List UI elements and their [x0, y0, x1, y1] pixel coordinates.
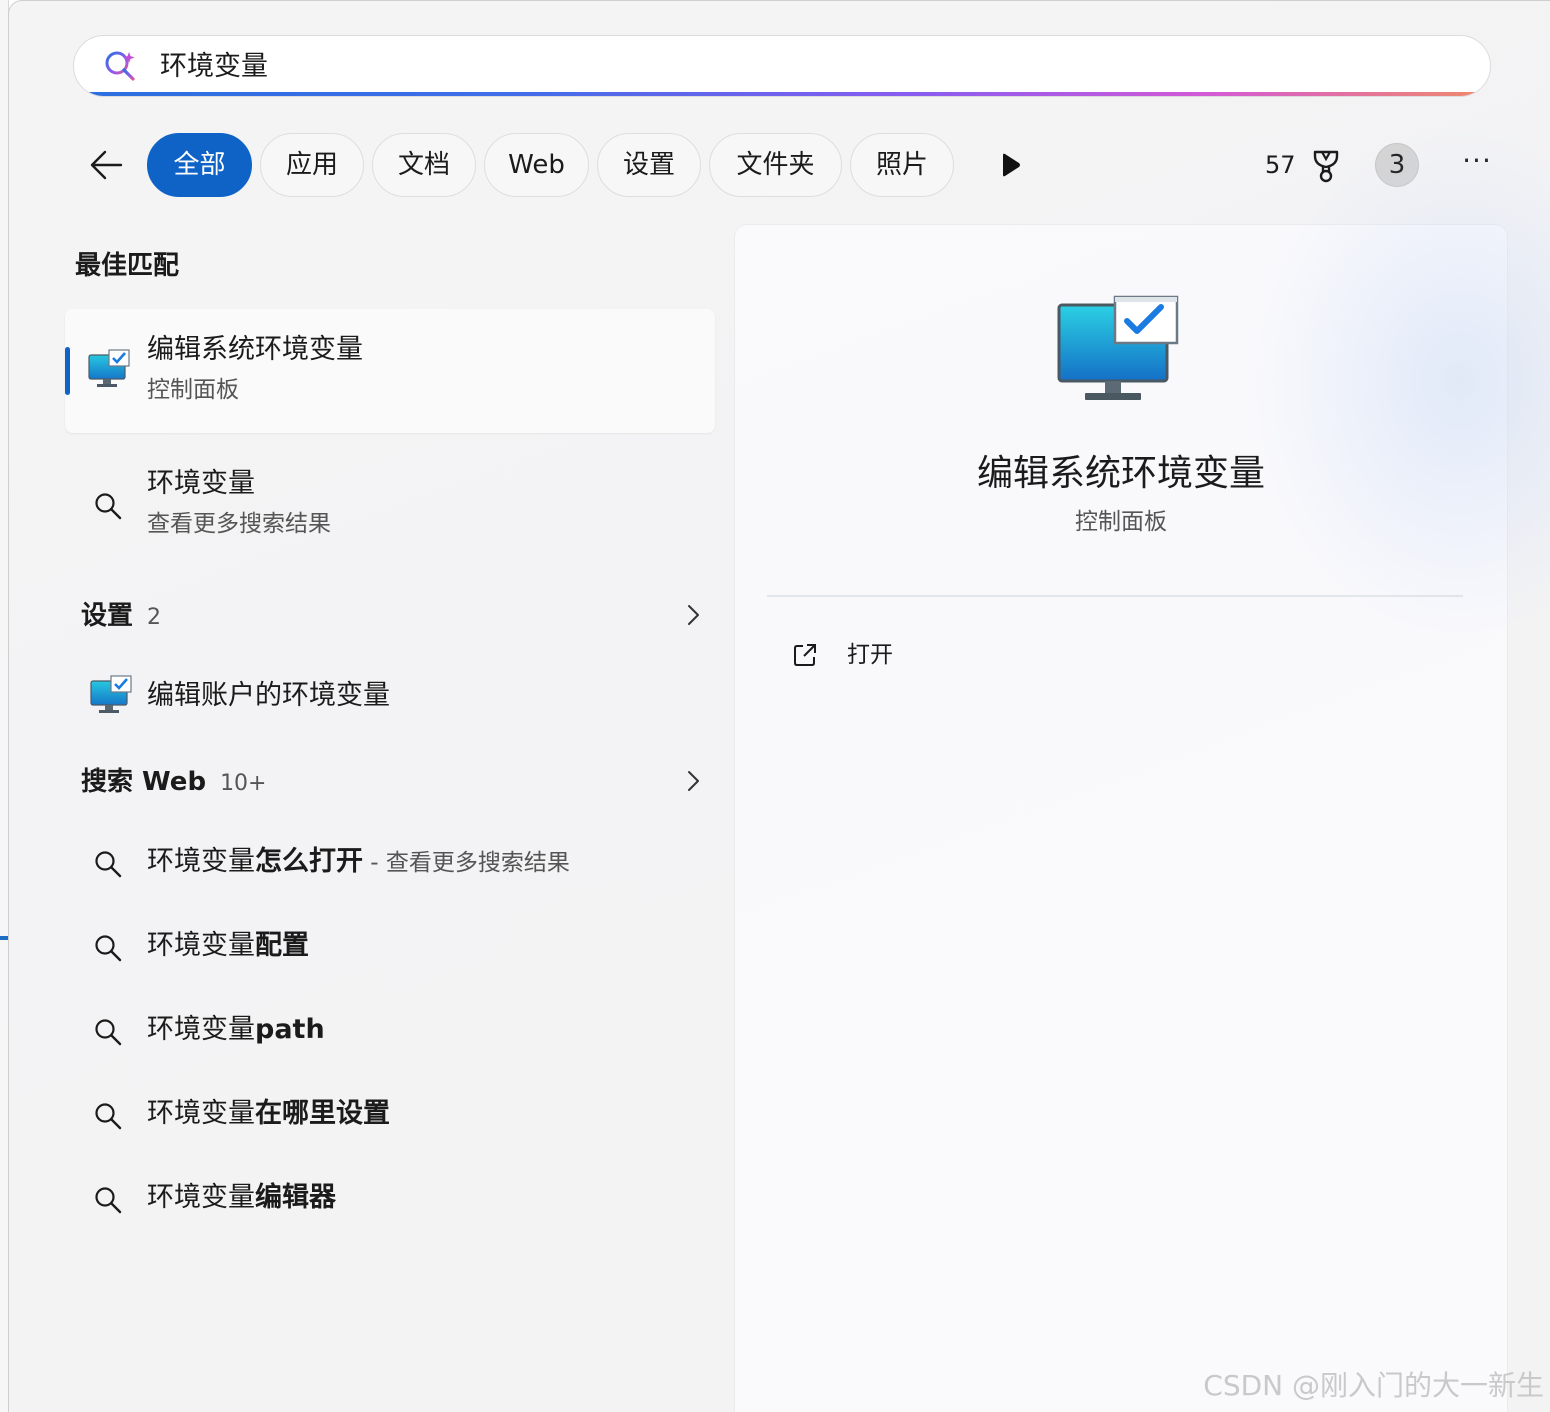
settings-section-heading[interactable]: 设置 2 [81, 599, 161, 635]
detail-pane: 编辑系统环境变量 控制面板 打开 [735, 225, 1507, 1412]
web-suggestion[interactable]: 环境变量编辑器 [147, 1181, 336, 1215]
system-properties-icon [90, 675, 132, 713]
web-count: 10+ [220, 771, 267, 796]
watermark: CSDN @刚入门的大一新生 [1203, 1369, 1544, 1402]
search-box[interactable]: 环境变量 [73, 35, 1491, 97]
search-icon [95, 493, 122, 520]
web-suggestion[interactable]: 环境变量怎么打开 - 查看更多搜索结果 [147, 845, 570, 880]
rewards-points[interactable]: 57 [1265, 147, 1296, 183]
best-match-title: 编辑系统环境变量 [147, 334, 363, 365]
user-avatar[interactable]: 3 [1375, 143, 1419, 187]
detail-divider [767, 595, 1463, 597]
selection-indicator [65, 347, 70, 395]
filter-chip-documents[interactable]: 文档 [372, 133, 476, 197]
search-icon [95, 1103, 122, 1130]
search-icon [95, 851, 122, 878]
system-properties-icon [88, 349, 130, 387]
web-suggestion[interactable]: 环境变量在哪里设置 [147, 1097, 390, 1131]
best-match-item[interactable]: 编辑系统环境变量 控制面板 [65, 309, 715, 433]
search-more-title[interactable]: 环境变量 [147, 467, 255, 501]
copilot-search-icon [105, 51, 135, 81]
search-more-subtitle: 查看更多搜索结果 [147, 511, 331, 537]
filter-chip-all[interactable]: 全部 [147, 133, 252, 197]
filter-chip-apps[interactable]: 应用 [260, 133, 364, 197]
best-match-subtitle: 控制面板 [147, 377, 239, 403]
open-action-label[interactable]: 打开 [847, 639, 893, 671]
open-external-icon[interactable] [791, 641, 819, 669]
detail-subtitle: 控制面板 [1075, 509, 1167, 535]
back-arrow-icon[interactable] [85, 143, 129, 187]
web-suggestion[interactable]: 环境变量配置 [147, 929, 309, 963]
web-suggestion[interactable]: 环境变量path [147, 1013, 325, 1047]
search-icon [95, 1187, 122, 1214]
background-accent-line [0, 936, 8, 940]
best-match-heading: 最佳匹配 [75, 251, 180, 281]
rewards-trophy-icon[interactable] [1309, 147, 1343, 183]
filter-chip-folders[interactable]: 文件夹 [709, 133, 842, 197]
search-icon [95, 935, 122, 962]
more-options-icon[interactable]: ··· [1457, 147, 1497, 179]
system-properties-icon [1057, 295, 1179, 400]
web-section-heading[interactable]: 搜索 Web 10+ [81, 765, 267, 801]
settings-item-edit-account-env[interactable]: 编辑账户的环境变量 [147, 679, 390, 713]
more-filters-play-icon[interactable] [995, 149, 1025, 181]
search-icon [95, 1019, 122, 1046]
filter-chip-web[interactable]: Web [484, 133, 589, 197]
search-underline [74, 92, 1490, 96]
filter-chip-settings[interactable]: 设置 [597, 133, 701, 197]
filter-chip-photos[interactable]: 照片 [850, 133, 954, 197]
search-flyout: 环境变量 全部 应用 文档 Web 设置 文件夹 照片 57 3 ··· 最佳匹… [8, 0, 1550, 1412]
settings-count: 2 [147, 605, 162, 630]
detail-title: 编辑系统环境变量 [976, 453, 1265, 494]
chevron-right-icon[interactable] [683, 769, 703, 793]
chevron-right-icon[interactable] [683, 603, 703, 627]
search-input[interactable]: 环境变量 [160, 50, 268, 84]
